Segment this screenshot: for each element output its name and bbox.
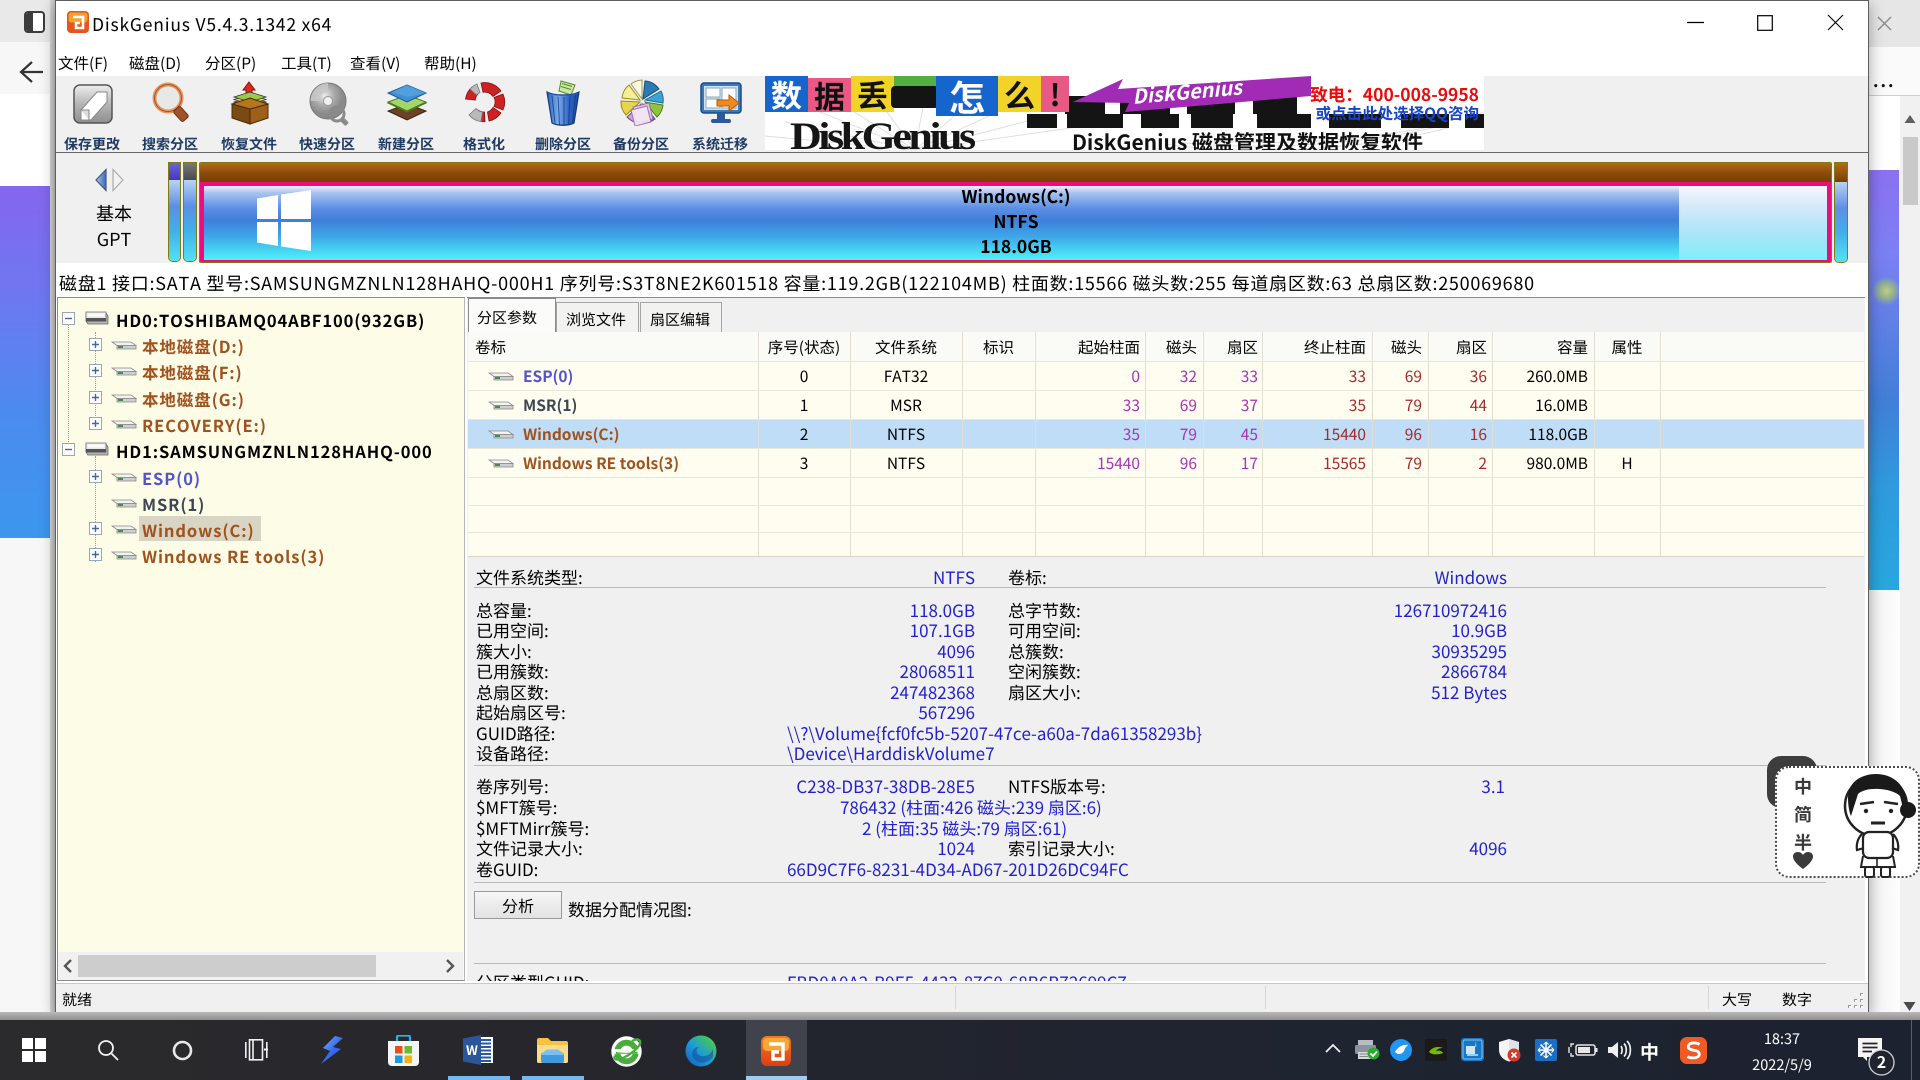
svg-text:2: 2 [1877, 1049, 1886, 1073]
svg-text:W: W [466, 1040, 478, 1059]
svg-text:DiskGenius: DiskGenius [1131, 76, 1245, 110]
